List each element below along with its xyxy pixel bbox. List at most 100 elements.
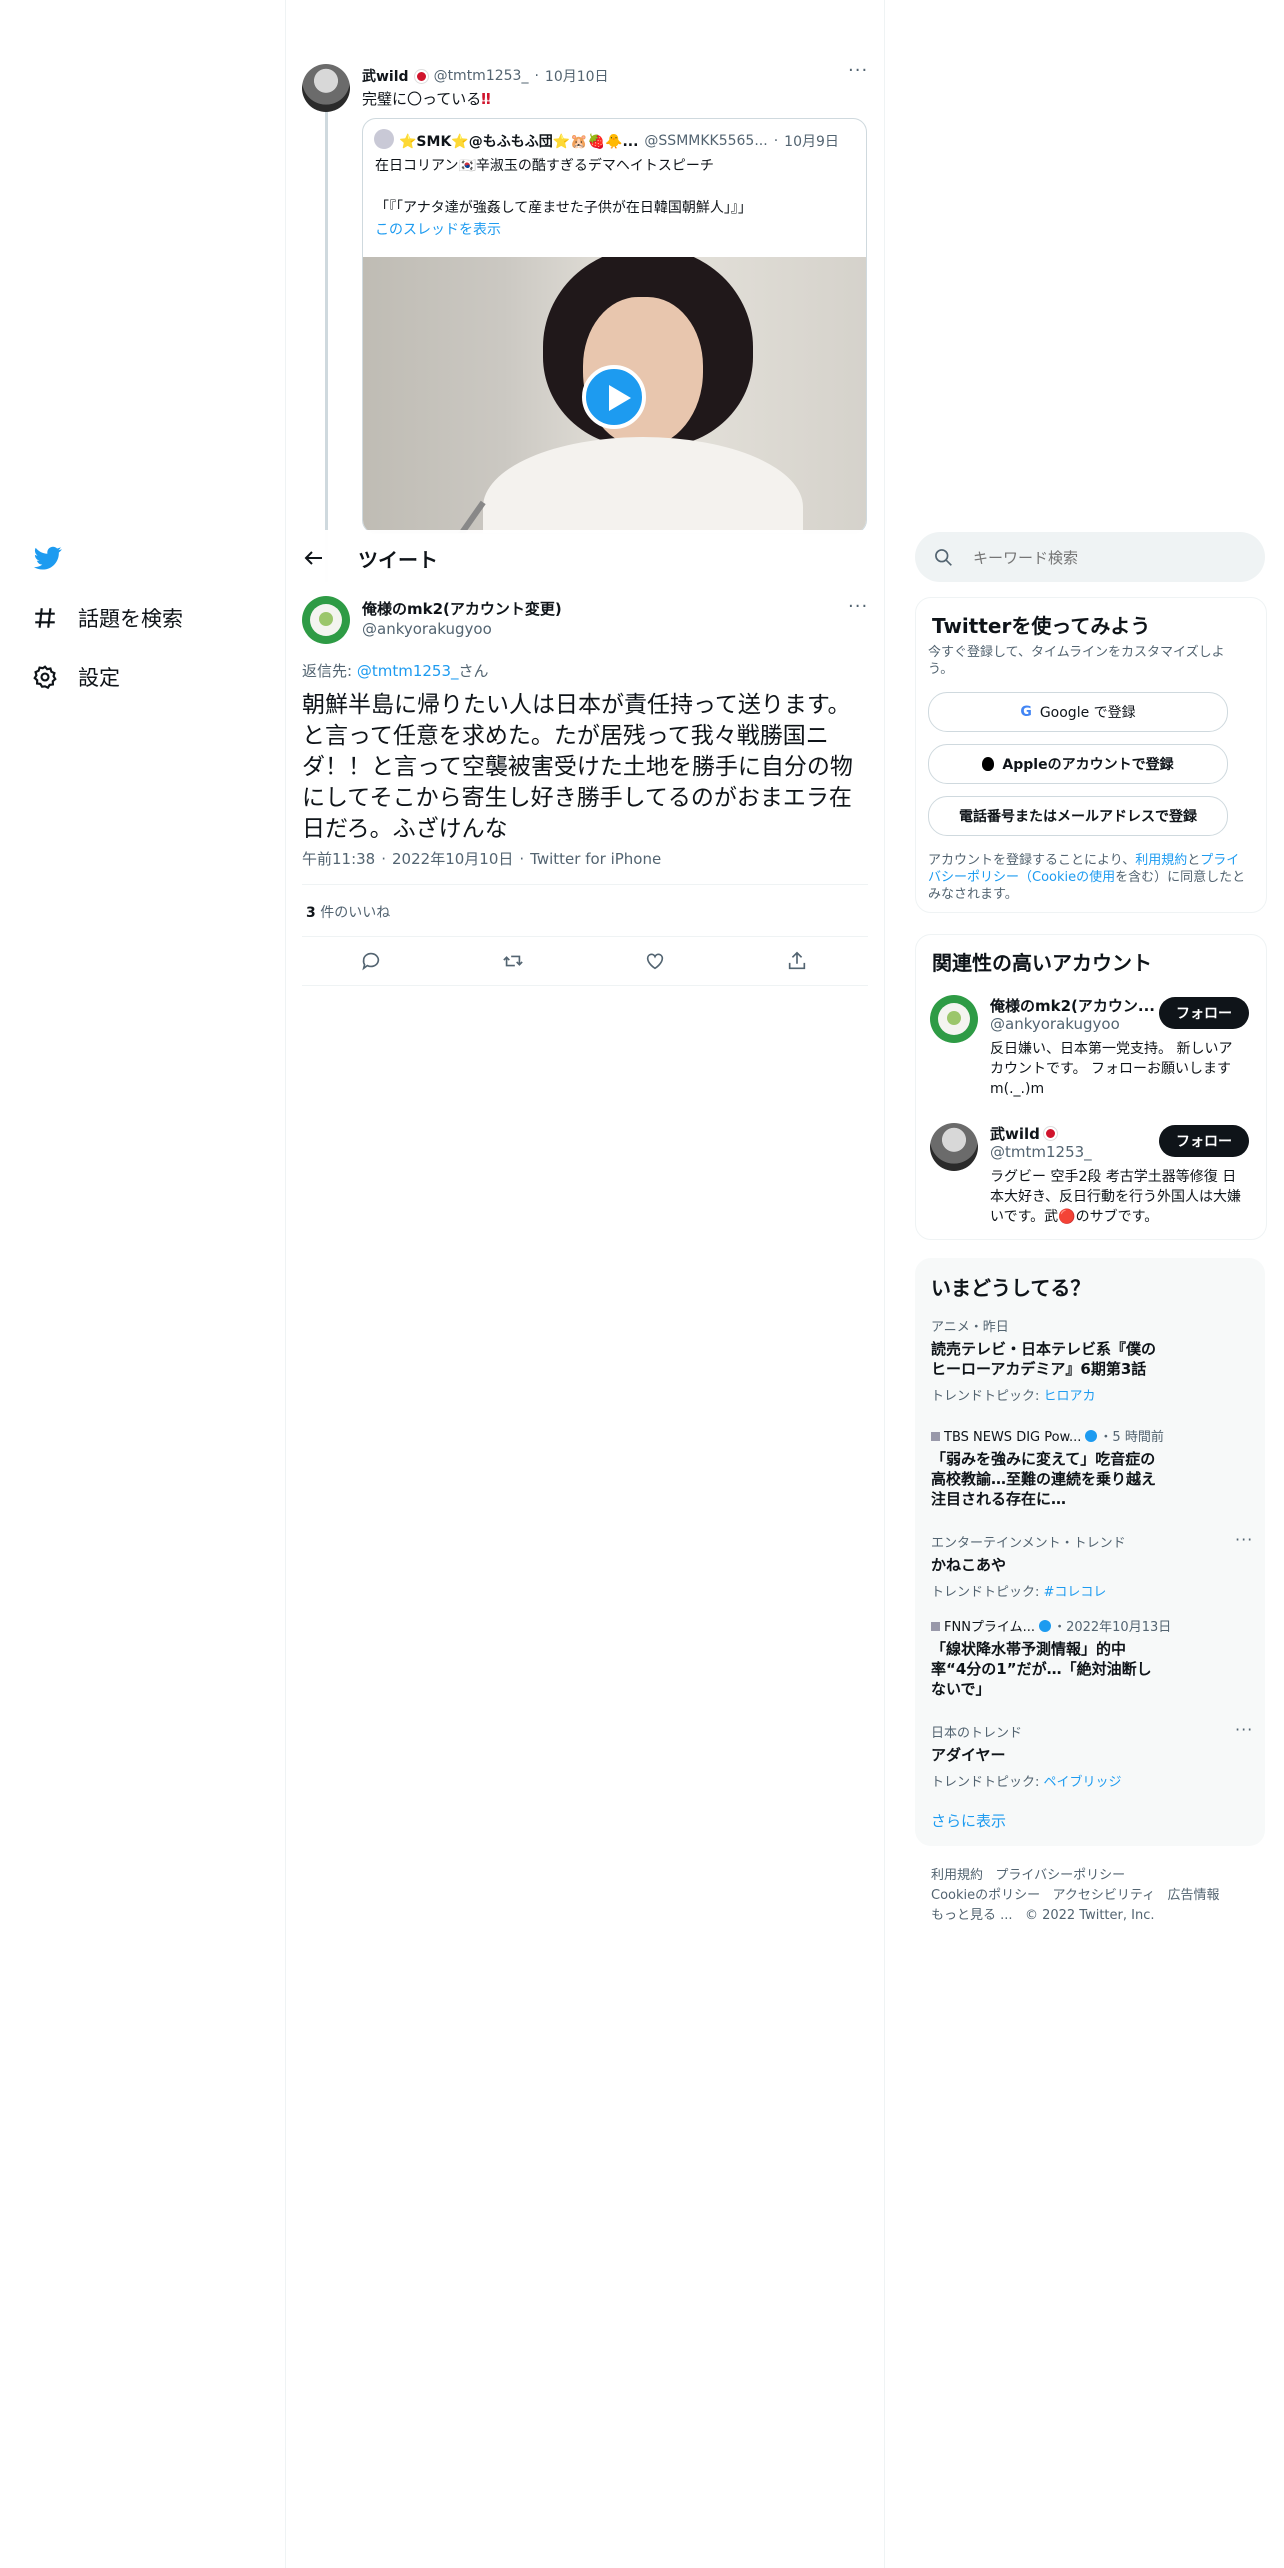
show-thread-link[interactable]: このスレッドを表示 xyxy=(375,219,501,239)
footer-link[interactable]: 広告情報 xyxy=(1168,1888,1220,1903)
divider xyxy=(302,985,868,986)
parent-tweet-meta: 武wild @tmtm1253_ · 10月10日 xyxy=(362,66,609,86)
nav-explore[interactable]: 話題を検索 xyxy=(32,603,183,633)
verified-badge-icon xyxy=(1039,1620,1052,1632)
show-more-link[interactable]: さらに表示 xyxy=(931,1810,1006,1831)
related-account-name[interactable]: 俺様のmk2(アカウン... xyxy=(990,995,1155,1016)
footer-link[interactable]: 利用規約 xyxy=(931,1868,983,1883)
avatar xyxy=(374,129,394,149)
search-input[interactable] xyxy=(971,544,1245,572)
footer-link[interactable]: アクセシビリティ xyxy=(1053,1888,1156,1903)
quoted-tweet-line2: 「『「アナタ達が強姦して産ませた子供が在日韓国朝鮮人」』」 xyxy=(375,200,752,216)
share-icon[interactable] xyxy=(786,950,808,972)
quoted-tweet-date: 10月9日 xyxy=(784,134,839,150)
google-logo-icon: G xyxy=(1020,704,1032,720)
parent-author-name[interactable]: 武wild xyxy=(362,66,409,86)
follow-button[interactable]: フォロー xyxy=(1159,997,1249,1029)
video-thumbnail[interactable] xyxy=(363,257,866,533)
apple-signup-button[interactable]: Appleのアカウントで登録 xyxy=(928,744,1228,784)
gear-icon xyxy=(33,665,57,690)
divider xyxy=(302,936,868,937)
parent-author-handle[interactable]: @tmtm1253_ xyxy=(434,68,529,84)
more-options-icon[interactable]: ··· xyxy=(1235,1720,1253,1739)
follow-button[interactable]: フォロー xyxy=(1159,1125,1249,1157)
avatar[interactable] xyxy=(930,995,978,1043)
trend-item[interactable]: FNNプライム... ・2022年10月13日 「線状降水帯予測情報」的中率“4分… xyxy=(931,1616,1241,1699)
trend-item[interactable]: アニメ・昨日 読売テレビ・日本テレビ系『僕のヒーローアカデミア』6期第3話 トレ… xyxy=(931,1316,1241,1404)
retweet-icon[interactable] xyxy=(502,950,524,972)
signup-terms: アカウントを登録することにより、利用規約とプライバシーポリシー（Cookieの使… xyxy=(928,853,1246,902)
back-arrow-icon[interactable] xyxy=(302,546,326,570)
footer-link[interactable]: Cookieのポリシー xyxy=(931,1888,1040,1903)
trend-category: 日本のトレンド xyxy=(931,1726,1023,1741)
footer-link[interactable]: プライバシーポリシー xyxy=(995,1868,1125,1883)
related-account-bio: ラグビー 空手2段 考古学土器等修復 日本大好き、反日行動を行う外国人は大嫌いで… xyxy=(990,1169,1242,1225)
news-source-icon xyxy=(931,1432,940,1441)
main-column: 武wild @tmtm1253_ · 10月10日 ··· 完璧に〇っている‼ … xyxy=(286,0,884,2568)
tweet-author-handle[interactable]: @ankyorakugyoo xyxy=(362,620,492,638)
trends-panel: いまどうしてる？ アニメ・昨日 読売テレビ・日本テレビ系『僕のヒーローアカデミア… xyxy=(915,1258,1265,1846)
tweet-text: 朝鮮半島に帰りたい人は日本が責任持って送ります。と言って任意を求めた。たが居残っ… xyxy=(302,692,853,842)
trend-category: アニメ・昨日 xyxy=(931,1320,1009,1335)
search-box[interactable] xyxy=(915,532,1265,582)
related-account-handle[interactable]: @tmtm1253_ xyxy=(990,1143,1092,1161)
tweet-author-name[interactable]: 俺様のmk2(アカウント変更) xyxy=(362,598,562,619)
more-options-icon[interactable]: ··· xyxy=(848,596,868,617)
terms-link[interactable]: 利用規約 xyxy=(1135,853,1187,868)
twitter-logo-icon[interactable] xyxy=(32,544,64,572)
page-title: ツイート xyxy=(358,548,438,572)
search-icon xyxy=(935,549,952,566)
signup-panel: Twitterを使ってみよう 今すぐ登録して、タイムラインをカスタマイズしよう。… xyxy=(915,597,1267,913)
more-options-icon[interactable]: ··· xyxy=(1235,1530,1253,1549)
more-options-icon[interactable]: ··· xyxy=(848,60,868,81)
trend-item[interactable]: TBS NEWS DIG Pow... ・5 時間前 「弱みを強みに変えて」吃音症… xyxy=(931,1426,1241,1509)
parent-tweet-date[interactable]: 10月10日 xyxy=(545,66,609,86)
parent-tweet-text: 完璧に〇っている xyxy=(362,90,482,108)
nav-settings[interactable]: 設定 xyxy=(32,662,120,692)
likes-count-row[interactable]: 3 件のいいね xyxy=(306,902,390,922)
quoted-author-handle: @SSMMKK5565... xyxy=(644,133,768,149)
signup-title: Twitterを使ってみよう xyxy=(932,614,1151,638)
footer-links: 利用規約 プライバシーポリシー xyxy=(931,1864,1125,1883)
related-account-handle[interactable]: @ankyorakugyoo xyxy=(990,1015,1120,1033)
related-account-bio: 反日嫌い、日本第一党支持。 新しいアカウントです。 フォローお願いしますm(._… xyxy=(990,1041,1233,1097)
quoted-author-name: ⭐SMK⭐@もふもふ団⭐🐹🍓🐥... xyxy=(399,134,639,150)
quoted-tweet-line1: 在日コリアン🇰🇷辛淑玉の酷すぎるデマヘイトスピーチ xyxy=(375,158,714,174)
page-header: ツイート xyxy=(286,530,884,586)
trend-title: アダイヤー xyxy=(931,1746,1006,1764)
tweet-client: Twitter for iPhone xyxy=(530,849,662,868)
related-accounts-panel: 関連性の高いアカウント 俺様のmk2(アカウン... @ankyorakugyo… xyxy=(915,934,1267,1240)
reply-icon[interactable] xyxy=(360,950,382,972)
related-account-name-row: 武wild xyxy=(990,1123,1057,1144)
related-accounts-title: 関連性の高いアカウント xyxy=(932,951,1152,975)
tweet-timestamp: 午前11:38 · 2022年10月10日 · Twitter for iPhone xyxy=(302,848,662,869)
quoted-tweet-card[interactable]: ⭐SMK⭐@もふもふ団⭐🐹🍓🐥... @SSMMKK5565... · 10月9… xyxy=(362,118,867,534)
avatar[interactable] xyxy=(302,64,350,112)
trend-item[interactable]: エンターテインメント・トレンド かねこあや トレンドトピック: #コレコレ xyxy=(931,1532,1241,1600)
divider xyxy=(302,884,868,885)
apple-logo-icon xyxy=(982,757,995,771)
copyright: © 2022 Twitter, Inc. xyxy=(1024,1908,1155,1923)
reply-to-handle[interactable]: @tmtm1253_ xyxy=(357,662,459,680)
trend-title: 読売テレビ・日本テレビ系『僕のヒーローアカデミア』6期第3話 xyxy=(931,1340,1157,1378)
footer-more-link[interactable]: もっと見る ... xyxy=(931,1908,1013,1923)
google-signup-button[interactable]: G Google で登録 xyxy=(928,692,1228,732)
avatar[interactable] xyxy=(930,1123,978,1171)
likes-count: 3 xyxy=(306,905,316,921)
thread-line xyxy=(325,102,328,582)
tweet-date[interactable]: 2022年10月10日 xyxy=(392,848,513,869)
like-heart-icon[interactable] xyxy=(644,950,666,972)
related-account-name[interactable]: 武wild xyxy=(990,1123,1040,1144)
trend-title: 「線状降水帯予測情報」的中率“4分の1”だが…「絶対油断しないで」 xyxy=(931,1640,1152,1698)
trend-title: かねこあや xyxy=(931,1556,1007,1574)
right-column-divider xyxy=(884,0,885,2568)
japan-flag-icon xyxy=(1043,1127,1057,1140)
news-source-icon xyxy=(931,1622,940,1631)
phone-email-signup-button[interactable]: 電話番号またはメールアドレスで登録 xyxy=(928,796,1228,836)
play-button-icon[interactable] xyxy=(582,365,646,429)
tweet-time[interactable]: 午前11:38 xyxy=(302,848,375,869)
reply-to-line: 返信先: @tmtm1253_さん xyxy=(302,662,489,680)
avatar[interactable] xyxy=(302,596,350,644)
trend-item[interactable]: 日本のトレンド アダイヤー トレンドトピック: ペイブリッジ xyxy=(931,1722,1241,1790)
trend-topic: トレンドトピック: ペイブリッジ xyxy=(931,1775,1122,1790)
